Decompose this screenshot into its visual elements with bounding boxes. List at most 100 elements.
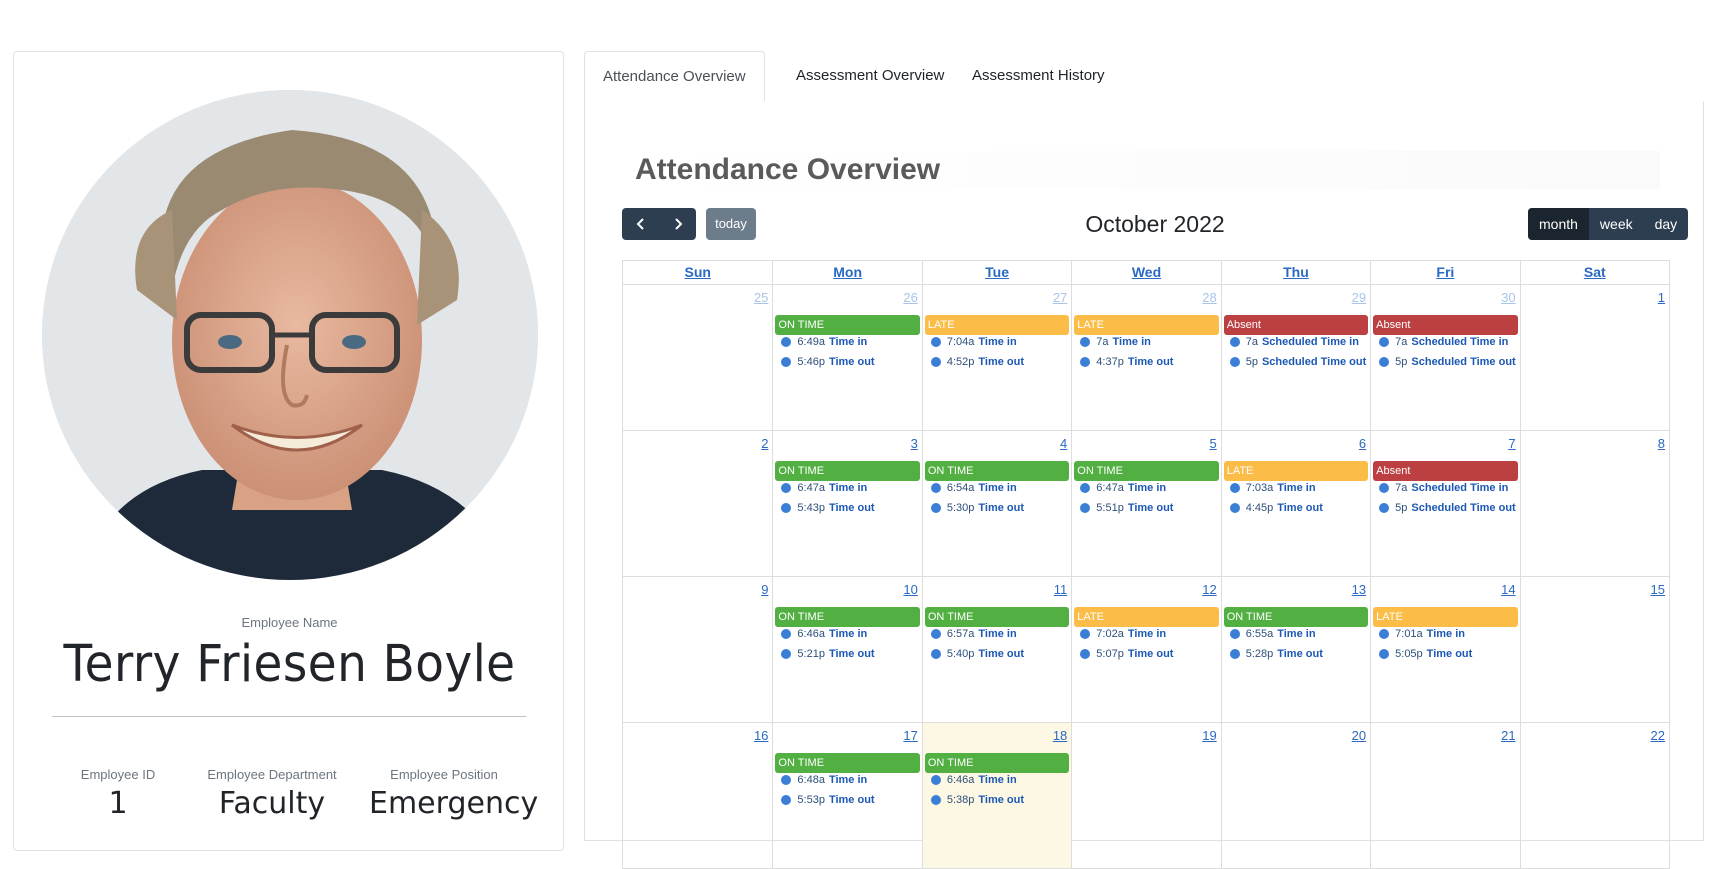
day-number[interactable]: 3: [911, 436, 918, 451]
day-number[interactable]: 30: [1501, 290, 1515, 305]
calendar-event[interactable]: 5:30p Time out: [930, 502, 1024, 514]
day-cell[interactable]: 20: [1220, 723, 1370, 868]
calendar-event[interactable]: 7a Scheduled Time in: [1229, 336, 1359, 348]
status-badge[interactable]: LATE: [1074, 315, 1219, 335]
next-month-button[interactable]: [659, 208, 696, 240]
weekday-thu[interactable]: Thu: [1220, 261, 1370, 284]
day-number[interactable]: 15: [1651, 582, 1665, 597]
day-cell[interactable]: 25: [623, 285, 772, 430]
day-cell[interactable]: 9: [623, 577, 772, 722]
day-number[interactable]: 6: [1359, 436, 1366, 451]
day-cell[interactable]: 21: [1370, 723, 1519, 868]
prev-month-button[interactable]: [622, 208, 659, 240]
status-badge[interactable]: ON TIME: [775, 753, 920, 773]
calendar-event[interactable]: 5:40p Time out: [930, 648, 1024, 660]
day-number[interactable]: 17: [903, 728, 917, 743]
day-cell[interactable]: 6 LATE 7:03a Time in 4:45p Time out: [1220, 431, 1370, 576]
weekday-fri[interactable]: Fri: [1370, 261, 1519, 284]
calendar-event[interactable]: 5:46p Time out: [781, 356, 875, 368]
calendar-event[interactable]: 5:51p Time out: [1080, 502, 1173, 514]
day-cell[interactable]: 2: [623, 431, 772, 576]
weekday-wed[interactable]: Wed: [1071, 261, 1220, 284]
status-badge[interactable]: ON TIME: [924, 753, 1070, 773]
calendar-event[interactable]: 6:48a Time in: [781, 774, 867, 786]
calendar-event[interactable]: 6:55a Time in: [1229, 628, 1316, 640]
day-number[interactable]: 18: [1053, 728, 1067, 743]
day-number[interactable]: 20: [1352, 728, 1366, 743]
calendar-event[interactable]: 7:01a Time in: [1379, 628, 1465, 640]
day-number[interactable]: 29: [1352, 290, 1366, 305]
day-number[interactable]: 27: [1053, 290, 1067, 305]
day-number[interactable]: 11: [1054, 582, 1068, 597]
day-number[interactable]: 13: [1352, 582, 1366, 597]
day-cell[interactable]: 19: [1071, 723, 1220, 868]
day-number[interactable]: 2: [761, 436, 768, 451]
day-cell[interactable]: 3 ON TIME 6:47a Time in 5:43p Time out: [772, 431, 921, 576]
day-number[interactable]: 25: [754, 290, 768, 305]
calendar-event[interactable]: 7:03a Time in: [1229, 482, 1316, 494]
day-cell[interactable]: 8: [1519, 431, 1669, 576]
status-badge[interactable]: ON TIME: [924, 461, 1070, 481]
calendar-event[interactable]: 7a Scheduled Time in: [1379, 336, 1508, 348]
day-number[interactable]: 5: [1209, 436, 1216, 451]
day-number[interactable]: 21: [1501, 728, 1515, 743]
calendar-event[interactable]: 6:46a Time in: [930, 774, 1017, 786]
calendar-event[interactable]: 6:57a Time in: [930, 628, 1017, 640]
calendar-event[interactable]: 6:47a Time in: [781, 482, 867, 494]
weekday-sat[interactable]: Sat: [1519, 261, 1669, 284]
day-cell[interactable]: 18 ON TIME 6:46a Time in 5:38p Time out: [921, 723, 1072, 868]
calendar-event[interactable]: 4:45p Time out: [1229, 502, 1323, 514]
weekday-tue[interactable]: Tue: [921, 261, 1071, 284]
calendar-event[interactable]: 5p Scheduled Time out: [1379, 502, 1516, 514]
calendar-event[interactable]: 7a Time in: [1080, 336, 1151, 348]
day-number[interactable]: 22: [1651, 728, 1665, 743]
calendar-event[interactable]: 5:53p Time out: [781, 794, 875, 806]
calendar-event[interactable]: 5:43p Time out: [781, 502, 875, 514]
day-cell[interactable]: 4 ON TIME 6:54a Time in 5:30p Time out: [921, 431, 1071, 576]
day-number[interactable]: 16: [754, 728, 768, 743]
status-badge[interactable]: ON TIME: [1223, 607, 1369, 627]
status-badge[interactable]: ON TIME: [1074, 461, 1219, 481]
day-cell[interactable]: 26 ON TIME 6:49a Time in 5:46p Time out: [772, 285, 921, 430]
day-number[interactable]: 28: [1202, 290, 1216, 305]
status-badge[interactable]: LATE: [1223, 461, 1369, 481]
day-cell[interactable]: 22: [1519, 723, 1669, 868]
status-badge[interactable]: LATE: [1074, 607, 1219, 627]
calendar-event[interactable]: 5:38p Time out: [930, 794, 1024, 806]
status-badge[interactable]: ON TIME: [775, 315, 920, 335]
day-cell[interactable]: 13 ON TIME 6:55a Time in 5:28p Time out: [1220, 577, 1370, 722]
calendar-event[interactable]: 5:21p Time out: [781, 648, 875, 660]
tab-assessment-history[interactable]: Assessment History: [954, 51, 1123, 102]
day-number[interactable]: 14: [1501, 582, 1515, 597]
day-cell[interactable]: 29 Absent 7a Scheduled Time in 5p Scheduled T…: [1220, 285, 1370, 430]
status-badge[interactable]: ON TIME: [775, 461, 920, 481]
status-badge[interactable]: Absent: [1373, 461, 1518, 481]
day-number[interactable]: 12: [1202, 582, 1216, 597]
calendar-event[interactable]: 6:49a Time in: [781, 336, 867, 348]
calendar-event[interactable]: 6:47a Time in: [1080, 482, 1166, 494]
status-badge[interactable]: Absent: [1223, 315, 1369, 335]
status-badge[interactable]: LATE: [924, 315, 1070, 335]
calendar-event[interactable]: 5:28p Time out: [1229, 648, 1323, 660]
weekday-mon[interactable]: Mon: [772, 261, 921, 284]
day-number[interactable]: 19: [1202, 728, 1216, 743]
day-number[interactable]: 9: [761, 582, 768, 597]
weekday-sun[interactable]: Sun: [623, 261, 772, 284]
day-cell[interactable]: 7 Absent 7a Scheduled Time in 5p Scheduled Ti…: [1370, 431, 1519, 576]
view-month-button[interactable]: month: [1528, 208, 1589, 240]
status-badge[interactable]: Absent: [1373, 315, 1518, 335]
calendar-event[interactable]: 4:52p Time out: [930, 356, 1024, 368]
day-cell[interactable]: 28 LATE 7a Time in 4:37p Time out: [1071, 285, 1220, 430]
day-cell[interactable]: 12 LATE 7:02a Time in 5:07p Time out: [1071, 577, 1220, 722]
day-number[interactable]: 4: [1060, 436, 1067, 451]
day-cell[interactable]: 11 ON TIME 6:57a Time in 5:40p Time out: [921, 577, 1071, 722]
tab-attendance-overview[interactable]: Attendance Overview: [584, 51, 765, 103]
day-cell[interactable]: 17 ON TIME 6:48a Time in 5:53p Time out: [772, 723, 921, 868]
day-cell[interactable]: 15: [1519, 577, 1669, 722]
calendar-event[interactable]: 4:37p Time out: [1080, 356, 1173, 368]
calendar-event[interactable]: 5:05p Time out: [1379, 648, 1472, 660]
day-cell[interactable]: 27 LATE 7:04a Time in 4:52p Time out: [921, 285, 1071, 430]
tab-assessment-overview[interactable]: Assessment Overview: [778, 51, 962, 102]
calendar-event[interactable]: 6:46a Time in: [781, 628, 867, 640]
status-badge[interactable]: ON TIME: [924, 607, 1070, 627]
